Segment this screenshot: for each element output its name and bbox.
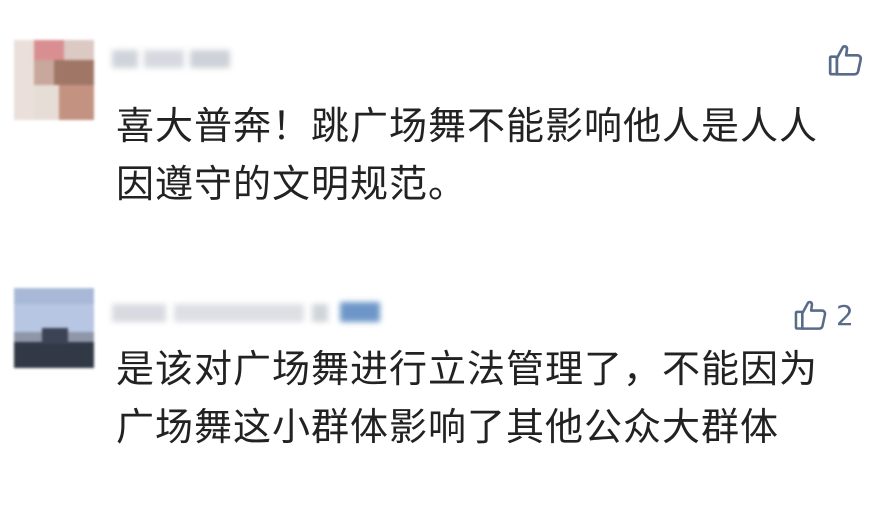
thumbs-up-icon <box>828 45 863 76</box>
avatar[interactable] <box>14 40 94 120</box>
like-button[interactable] <box>826 40 872 80</box>
like-count: 2 <box>836 298 854 332</box>
comment-item: 喜大普奔！跳广场舞不能影响他人是人人因遵守的文明规范。 <box>0 0 876 240</box>
comment-text: 喜大普奔！跳广场舞不能影响他人是人人因遵守的文明规范。 <box>116 104 819 206</box>
comment-item: 2 是该对广场舞进行立法管理了，不能因为广场舞这小群体影响了其他公众大群体 <box>0 240 876 507</box>
thumbs-up-icon <box>794 300 827 330</box>
username-blurred[interactable] <box>112 44 232 74</box>
username-blurred[interactable] <box>112 298 382 328</box>
comment-text: 是该对广场舞进行立法管理了，不能因为广场舞这小群体影响了其他公众大群体 <box>116 347 819 449</box>
like-button[interactable]: 2 <box>792 296 854 334</box>
avatar[interactable] <box>14 288 94 368</box>
